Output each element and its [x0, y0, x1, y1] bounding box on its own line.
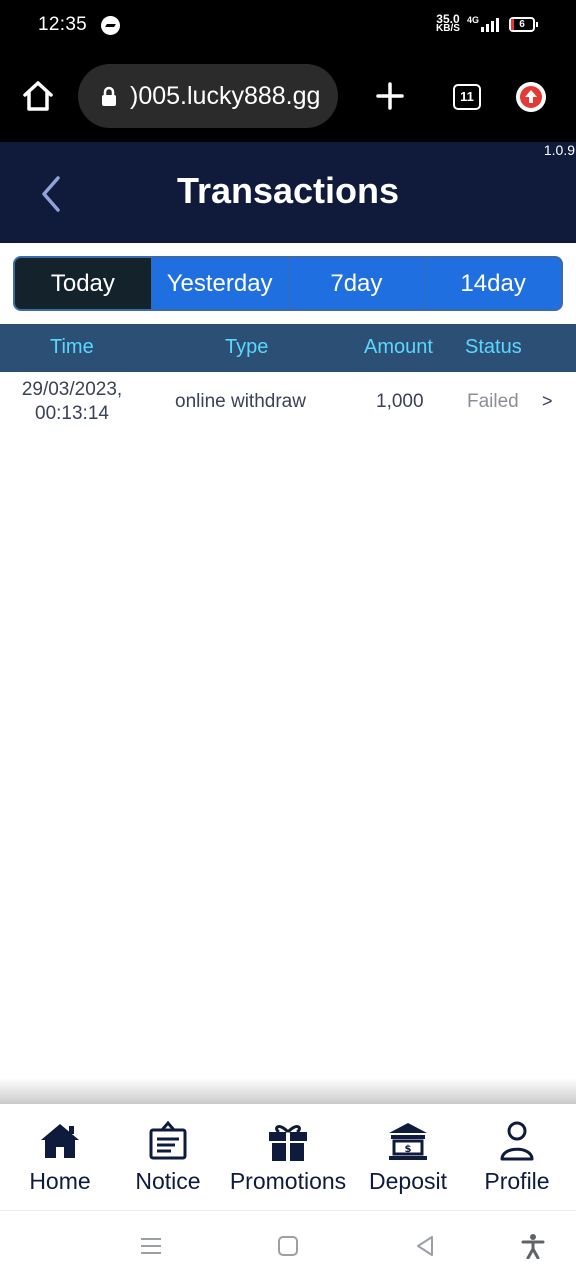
row-detail-chevron[interactable]: > — [542, 391, 553, 412]
table-row[interactable]: 29/03/2023, 00:13:14 online withdraw 1,0… — [0, 372, 576, 432]
tab-today[interactable]: Today — [15, 258, 151, 309]
back-triangle-icon[interactable] — [412, 1233, 438, 1259]
column-header-amount: Amount — [364, 336, 433, 358]
nav-notice[interactable]: Notice — [120, 1120, 216, 1195]
network-speed: 35.0 KB/S — [436, 13, 460, 34]
nav-profile-label: Profile — [484, 1168, 550, 1194]
tab-7day[interactable]: 7day — [287, 258, 425, 309]
nav-notice-label: Notice — [135, 1168, 201, 1194]
url-bar[interactable]: )005.lucky888.gg — [78, 64, 338, 128]
row-time-date: 29/03/2023, — [21, 379, 123, 400]
plus-icon — [376, 82, 404, 110]
home-square-icon[interactable] — [275, 1233, 301, 1259]
bottom-nav-shadow — [0, 1078, 576, 1104]
nav-deposit-label: Deposit — [369, 1168, 447, 1194]
row-type: online withdraw — [175, 391, 306, 412]
column-header-status: Status — [465, 336, 522, 358]
nav-promotions-label: Promotions — [229, 1168, 347, 1194]
update-button[interactable] — [516, 82, 546, 112]
bank-icon: $ — [389, 1123, 427, 1160]
home-icon — [41, 1124, 79, 1158]
row-time: 29/03/2023, 00:13:14 — [0, 378, 144, 426]
browser-home-button[interactable] — [20, 78, 56, 114]
network-speed-unit: KB/S — [436, 23, 460, 34]
system-nav-bar — [0, 1210, 576, 1280]
column-header-time: Time — [50, 336, 94, 358]
messenger-icon — [101, 16, 120, 35]
tab-14day[interactable]: 14day — [424, 258, 561, 309]
bottom-nav: Home Notice Promotions $ Deposit Profile — [0, 1104, 576, 1210]
battery-icon: 6 — [509, 17, 538, 32]
lock-icon — [102, 86, 116, 106]
gift-icon — [269, 1125, 307, 1161]
url-text: )005.lucky888.gg — [130, 82, 321, 110]
row-amount: 1,000 — [376, 391, 424, 412]
browser-chrome: 12:35 35.0 KB/S 4G 6 )005.lucky888.gg 11 — [0, 0, 576, 142]
nav-home-label: Home — [29, 1168, 91, 1194]
svg-text:$: $ — [405, 1144, 412, 1155]
nav-profile[interactable]: Profile — [472, 1120, 562, 1195]
new-tab-button[interactable] — [372, 78, 408, 114]
nav-promotions[interactable]: Promotions — [222, 1120, 354, 1195]
signal-icon — [481, 18, 501, 32]
network-type: 4G — [467, 15, 480, 25]
user-icon — [500, 1121, 534, 1161]
notice-icon — [149, 1120, 187, 1160]
row-time-clock: 00:13:14 — [35, 403, 109, 424]
page-title: Transactions — [176, 170, 400, 211]
nav-deposit[interactable]: $ Deposit — [362, 1120, 454, 1195]
update-icon — [520, 86, 542, 108]
app-header: 1.0.9 Transactions — [0, 142, 576, 243]
home-icon — [23, 81, 53, 111]
status-time: 12:35 — [38, 14, 88, 35]
row-status: Failed — [467, 391, 519, 412]
table-header: Time Type Amount Status — [0, 324, 576, 372]
tabs-button[interactable]: 11 — [453, 84, 481, 110]
app-version: 1.0.9 — [543, 142, 575, 158]
tab-yesterday[interactable]: Yesterday — [150, 258, 288, 309]
date-range-tabs: Today Yesterday 7day 14day — [13, 256, 563, 311]
accessibility-icon[interactable] — [520, 1233, 546, 1259]
nav-home[interactable]: Home — [12, 1120, 108, 1195]
recent-apps-icon[interactable] — [138, 1233, 164, 1259]
column-header-type: Type — [225, 336, 269, 358]
